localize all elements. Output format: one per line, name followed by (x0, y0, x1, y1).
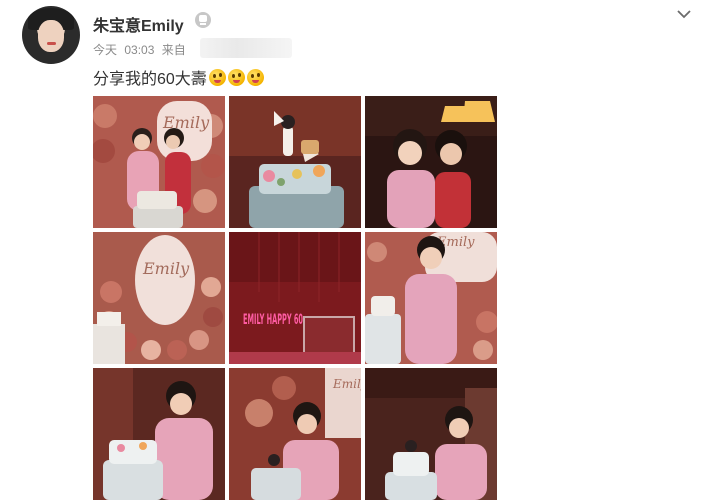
username-link[interactable]: 朱宝意Emily (93, 12, 184, 36)
laughing-tongue-emoji-icon (227, 68, 245, 86)
robot-badge-icon (195, 12, 211, 28)
photo-5[interactable]: EMILY HAPPY 60 (229, 232, 361, 364)
avatar[interactable] (22, 6, 80, 64)
photo-8-image: Emily (229, 368, 361, 500)
avatar-face (38, 20, 64, 52)
laughing-tongue-emoji-icon (208, 68, 226, 86)
photo-4-image: Emily (93, 232, 225, 364)
photo-9-image (365, 368, 497, 500)
photo-1-image: Emily (93, 96, 225, 228)
post-text-content: 分享我的60大壽 (93, 71, 207, 88)
photo-9[interactable] (365, 368, 497, 500)
photo-1[interactable]: Emily (93, 96, 225, 228)
photo-4[interactable]: Emily (93, 232, 225, 364)
photo-2[interactable] (229, 96, 361, 228)
photo-5-image: EMILY HAPPY 60 (229, 232, 361, 364)
photo-8[interactable]: Emily (229, 368, 361, 500)
photo-8-text: Emily (332, 377, 361, 391)
post-day: 今天 (93, 43, 118, 57)
photo-4-text: Emily (142, 259, 190, 278)
photo-6-image: Emily (365, 232, 497, 364)
chevron-down-icon[interactable] (676, 6, 692, 22)
photo-grid: Emily Emily EMILY HAPPY 60 Emily Emil (93, 96, 498, 500)
photo-7-image (93, 368, 225, 500)
photo-1-text: Emily (162, 113, 210, 132)
photo-3[interactable] (365, 96, 497, 228)
avatar-lip (47, 42, 56, 45)
photo-6[interactable]: Emily (365, 232, 497, 364)
photo-2-image (229, 96, 361, 228)
post-meta: 今天 03:03 来自 (93, 41, 190, 58)
laughing-tongue-emoji-icon (246, 68, 264, 86)
post-source-label: 来自 (161, 43, 186, 57)
photo-3-image (365, 96, 497, 228)
post-text: 分享我的60大壽 (93, 65, 264, 89)
photo-7[interactable] (93, 368, 225, 500)
post-source-blurred[interactable] (200, 38, 292, 58)
post-time[interactable]: 03:03 (124, 43, 154, 57)
photo-5-neon-text: EMILY HAPPY 60 (243, 312, 303, 328)
